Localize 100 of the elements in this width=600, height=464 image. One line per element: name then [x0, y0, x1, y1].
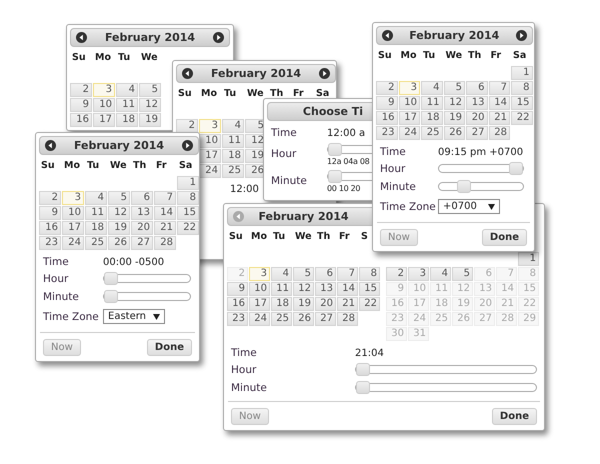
day-cell[interactable]: 5 — [108, 191, 130, 205]
day-cell[interactable]: 28 — [154, 236, 176, 250]
day-cell[interactable]: 28 — [337, 312, 358, 326]
day-cell[interactable]: 19 — [139, 113, 161, 127]
day-cell[interactable]: 16 — [376, 111, 398, 125]
day-cell[interactable]: 12 — [108, 206, 130, 220]
previous-icon[interactable] — [182, 68, 193, 79]
day-cell[interactable]: 11 — [116, 98, 138, 112]
day-cell[interactable]: 5 — [139, 83, 161, 97]
slider-track[interactable] — [438, 182, 524, 191]
day-cell[interactable]: 23 — [376, 126, 398, 140]
day-cell[interactable]: 17 — [93, 113, 115, 127]
day-cell[interactable]: 24 — [62, 236, 84, 250]
day-cell[interactable]: 12 — [139, 98, 161, 112]
day-cell[interactable]: 16 — [227, 297, 248, 311]
day-cell[interactable]: 7 — [488, 81, 510, 95]
timezone-select[interactable]: +0700 — [438, 199, 500, 214]
day-cell[interactable]: 20 — [131, 221, 153, 235]
day-cell[interactable]: 14 — [154, 206, 176, 220]
day-cell[interactable]: 6 — [466, 81, 488, 95]
day-cell[interactable]: 3 — [398, 81, 420, 95]
day-cell[interactable]: 14 — [337, 282, 358, 296]
day-cell[interactable]: 26 — [108, 236, 130, 250]
day-cell[interactable]: 20 — [315, 297, 336, 311]
day-cell[interactable]: 11 — [85, 206, 107, 220]
day-cell[interactable]: 19 — [108, 221, 130, 235]
day-cell[interactable]: 10 — [398, 96, 420, 110]
day-cell[interactable]: 26 — [293, 312, 314, 326]
day-cell[interactable]: 22 — [177, 221, 199, 235]
day-cell[interactable]: 6 — [131, 191, 153, 205]
day-cell[interactable]: 2 — [376, 81, 398, 95]
day-cell[interactable]: 13 — [131, 206, 153, 220]
day-cell[interactable]: 11 — [271, 282, 292, 296]
day-cell[interactable]: 4 — [116, 83, 138, 97]
slider-handle[interactable] — [356, 381, 370, 394]
day-cell[interactable]: 17 — [249, 297, 270, 311]
slider-track[interactable] — [355, 383, 537, 392]
day-cell[interactable]: 3 — [408, 267, 429, 281]
slider-handle[interactable] — [328, 143, 342, 156]
day-cell[interactable]: 2 — [70, 83, 92, 97]
day-cell[interactable]: 10 — [199, 134, 221, 148]
day-cell[interactable]: 3 — [199, 119, 221, 133]
next-icon[interactable] — [319, 68, 330, 79]
day-cell[interactable]: 18 — [85, 221, 107, 235]
day-cell[interactable]: 9 — [39, 206, 61, 220]
day-cell[interactable]: 5 — [452, 267, 473, 281]
day-cell[interactable]: 10 — [62, 206, 84, 220]
day-cell[interactable]: 21 — [488, 111, 510, 125]
slider-track[interactable] — [103, 274, 191, 283]
day-cell[interactable]: 27 — [131, 236, 153, 250]
slider-track[interactable] — [355, 365, 537, 374]
day-cell[interactable]: 7 — [337, 267, 358, 281]
day-cell[interactable]: 2 — [176, 119, 198, 133]
slider-handle[interactable] — [356, 363, 370, 376]
day-cell[interactable]: 15 — [359, 282, 380, 296]
timezone-select[interactable]: Eastern — [103, 309, 165, 324]
day-cell[interactable]: 18 — [116, 113, 138, 127]
day-cell[interactable]: 25 — [271, 312, 292, 326]
day-cell[interactable]: 24 — [249, 312, 270, 326]
day-cell[interactable]: 1 — [511, 66, 532, 80]
day-cell[interactable]: 12 — [293, 282, 314, 296]
slider-track[interactable] — [103, 292, 191, 301]
day-cell[interactable]: 12 — [444, 96, 465, 110]
day-cell[interactable]: 27 — [315, 312, 336, 326]
day-cell[interactable]: 4 — [421, 81, 442, 95]
day-cell[interactable]: 1 — [177, 176, 199, 190]
done-button[interactable]: Done — [492, 408, 537, 425]
day-cell[interactable]: 5 — [444, 81, 465, 95]
day-cell[interactable]: 1 — [518, 252, 539, 266]
day-cell[interactable]: 19 — [444, 111, 465, 125]
day-cell[interactable]: 8 — [177, 191, 199, 205]
done-button[interactable]: Done — [482, 229, 527, 246]
done-button[interactable]: Done — [146, 339, 192, 356]
day-cell[interactable]: 24 — [199, 164, 221, 178]
day-cell[interactable]: 10 — [93, 98, 115, 112]
slider-handle[interactable] — [104, 272, 118, 285]
slider-handle[interactable] — [509, 162, 523, 175]
day-cell[interactable]: 26 — [444, 126, 465, 140]
day-cell[interactable]: 16 — [39, 221, 61, 235]
day-cell[interactable]: 2 — [386, 267, 407, 281]
day-cell[interactable]: 5 — [293, 267, 314, 281]
next-icon[interactable] — [182, 140, 193, 151]
day-cell[interactable]: 25 — [421, 126, 442, 140]
day-cell[interactable]: 6 — [315, 267, 336, 281]
day-cell[interactable]: 17 — [62, 221, 84, 235]
day-cell[interactable]: 17 — [199, 149, 221, 163]
day-cell[interactable]: 22 — [359, 297, 380, 311]
day-cell[interactable]: 19 — [293, 297, 314, 311]
day-cell[interactable]: 14 — [488, 96, 510, 110]
day-cell[interactable]: 21 — [154, 221, 176, 235]
previous-icon[interactable] — [45, 140, 56, 151]
day-cell[interactable]: 3 — [62, 191, 84, 205]
day-cell[interactable]: 9 — [227, 282, 248, 296]
day-cell[interactable]: 9 — [376, 96, 398, 110]
previous-icon[interactable] — [382, 30, 393, 41]
day-cell[interactable]: 28 — [488, 126, 510, 140]
day-cell[interactable]: 10 — [249, 282, 270, 296]
day-cell[interactable]: 2 — [39, 191, 61, 205]
day-cell[interactable]: 13 — [466, 96, 488, 110]
day-cell[interactable]: 4 — [271, 267, 292, 281]
